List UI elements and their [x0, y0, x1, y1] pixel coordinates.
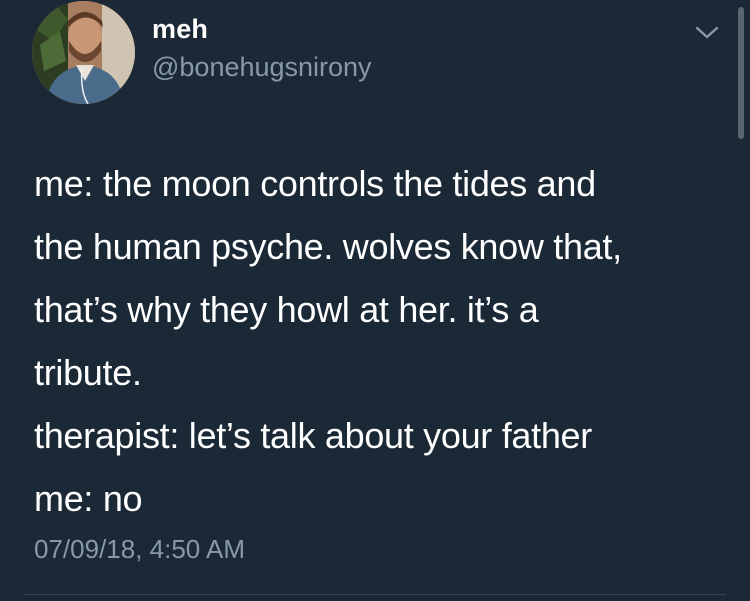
- tweet-text: me: the moon controls the tides and the …: [34, 152, 724, 530]
- tweet-line: the human psyche. wolves know that,: [34, 226, 622, 267]
- divider: [24, 594, 726, 595]
- chevron-down-icon[interactable]: [694, 24, 720, 42]
- tweet-line: therapist: let’s talk about your father: [34, 415, 592, 456]
- user-handle[interactable]: @bonehugsnirony: [152, 52, 372, 83]
- scrollbar[interactable]: [738, 7, 744, 139]
- tweet-line: me: no: [34, 478, 143, 519]
- tweet-line: me: the moon controls the tides and: [34, 163, 596, 204]
- tweet-line: tribute.: [34, 352, 142, 393]
- tweet-line: that’s why they howl at her. it’s a: [34, 289, 539, 330]
- avatar[interactable]: [32, 1, 135, 104]
- tweet-timestamp[interactable]: 07/09/18, 4:50 AM: [34, 534, 245, 565]
- profile-photo-icon: [32, 1, 135, 104]
- display-name[interactable]: meh: [152, 14, 208, 45]
- tweet-card: meh @bonehugsnirony me: the moon control…: [0, 0, 750, 601]
